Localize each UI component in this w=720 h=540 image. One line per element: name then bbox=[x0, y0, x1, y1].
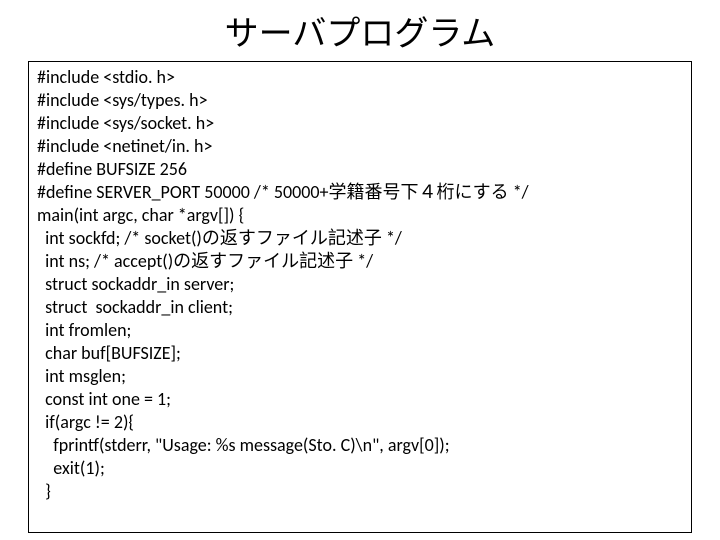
code-line: #include <sys/types. h> bbox=[37, 89, 683, 112]
code-line: struct sockaddr_in server; bbox=[37, 273, 683, 296]
code-line: main(int argc, char *argv[]) { bbox=[37, 204, 683, 227]
code-line: } bbox=[37, 480, 683, 503]
slide: サーバプログラム #include <stdio. h> #include <s… bbox=[0, 6, 720, 540]
code-line: #define SERVER_PORT 50000 /* 50000+学籍番号下… bbox=[37, 181, 683, 204]
code-line: fprintf(stderr, "Usage: %s message(Sto. … bbox=[37, 434, 683, 457]
code-line: #include <netinet/in. h> bbox=[37, 135, 683, 158]
code-line: char buf[BUFSIZE]; bbox=[37, 342, 683, 365]
code-line: int ns; /* accept()の返すファイル記述子 */ bbox=[37, 250, 683, 273]
code-line: if(argc != 2){ bbox=[37, 411, 683, 434]
code-line: #include <stdio. h> bbox=[37, 66, 683, 89]
code-line: int fromlen; bbox=[37, 319, 683, 342]
code-line: #define BUFSIZE 256 bbox=[37, 158, 683, 181]
code-line: int msglen; bbox=[37, 365, 683, 388]
code-line: struct sockaddr_in client; bbox=[37, 296, 683, 319]
code-line: const int one = 1; bbox=[37, 388, 683, 411]
slide-title: サーバプログラム bbox=[0, 6, 720, 55]
code-line: exit(1); bbox=[37, 457, 683, 480]
code-box: #include <stdio. h> #include <sys/types.… bbox=[28, 61, 692, 533]
code-line: int sockfd; /* socket()の返すファイル記述子 */ bbox=[37, 227, 683, 250]
code-line: #include <sys/socket. h> bbox=[37, 112, 683, 135]
